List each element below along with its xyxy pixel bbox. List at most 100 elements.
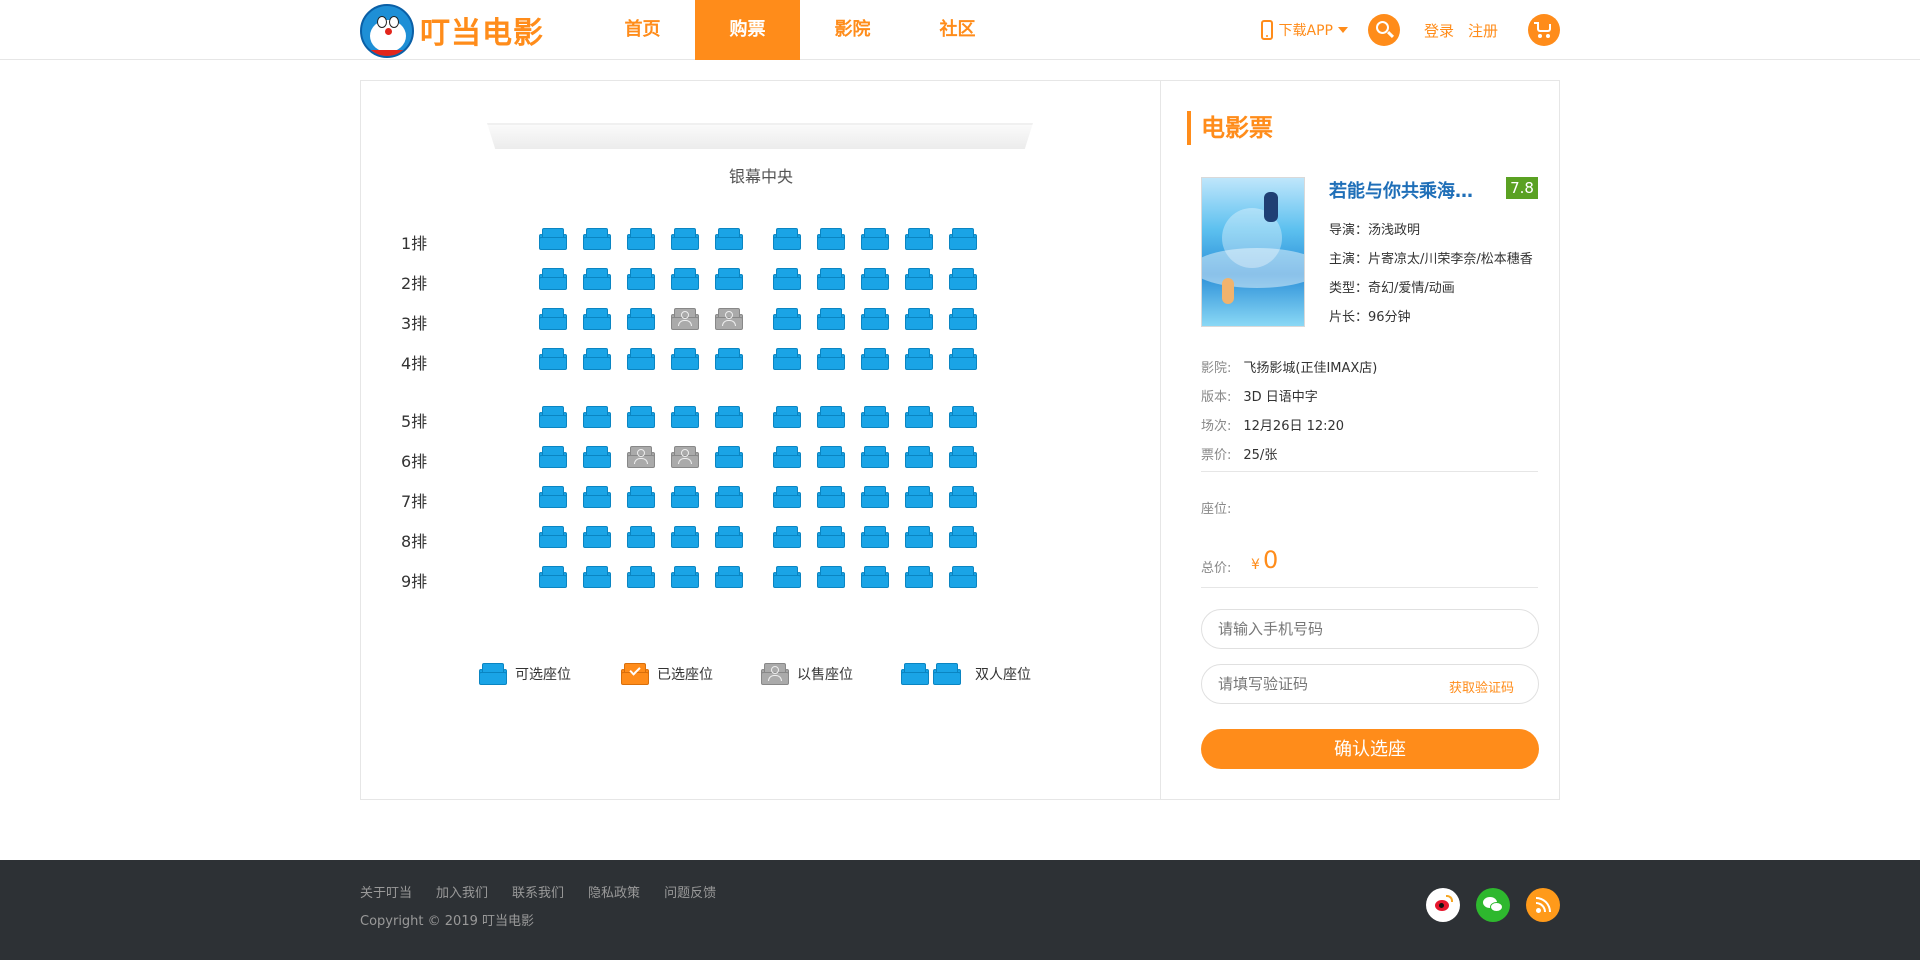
available-seat[interactable] (905, 228, 933, 250)
available-seat[interactable] (773, 268, 801, 290)
nav-item-community[interactable]: 社区 (905, 0, 1010, 60)
available-seat[interactable] (583, 486, 611, 508)
available-seat[interactable] (861, 486, 889, 508)
get-code-button[interactable]: 获取验证码 (1449, 677, 1514, 696)
available-seat[interactable] (861, 308, 889, 330)
available-seat[interactable] (627, 308, 655, 330)
available-seat[interactable] (671, 526, 699, 548)
available-seat[interactable] (773, 228, 801, 250)
available-seat[interactable] (949, 348, 977, 370)
movie-name[interactable]: 若能与你共乘海浪之上 (1329, 177, 1479, 203)
available-seat[interactable] (773, 566, 801, 588)
search-button[interactable] (1367, 14, 1400, 46)
available-seat[interactable] (861, 348, 889, 370)
site-logo[interactable]: 叮当电影 (360, 0, 560, 60)
available-seat[interactable] (861, 566, 889, 588)
available-seat[interactable] (861, 268, 889, 290)
available-seat[interactable] (773, 486, 801, 508)
available-seat[interactable] (539, 348, 567, 370)
download-app-link[interactable]: 下载APP (1260, 20, 1348, 40)
available-seat[interactable] (817, 268, 845, 290)
nav-item-cinema[interactable]: 影院 (800, 0, 905, 60)
available-seat[interactable] (627, 486, 655, 508)
available-seat[interactable] (773, 308, 801, 330)
available-seat[interactable] (715, 406, 743, 428)
available-seat[interactable] (539, 406, 567, 428)
register-link[interactable]: 注册 (1468, 20, 1498, 41)
available-seat[interactable] (905, 446, 933, 468)
available-seat[interactable] (715, 486, 743, 508)
available-seat[interactable] (539, 486, 567, 508)
available-seat[interactable] (539, 446, 567, 468)
available-seat[interactable] (715, 268, 743, 290)
available-seat[interactable] (715, 526, 743, 548)
footer-link-privacy[interactable]: 隐私政策 (588, 882, 640, 901)
available-seat[interactable] (583, 406, 611, 428)
available-seat[interactable] (583, 308, 611, 330)
available-seat[interactable] (817, 566, 845, 588)
available-seat[interactable] (671, 268, 699, 290)
available-seat[interactable] (715, 566, 743, 588)
footer-link-contact[interactable]: 联系我们 (512, 882, 564, 901)
available-seat[interactable] (861, 228, 889, 250)
footer-link-about[interactable]: 关于叮当 (360, 882, 412, 901)
available-seat[interactable] (583, 228, 611, 250)
available-seat[interactable] (905, 268, 933, 290)
available-seat[interactable] (817, 446, 845, 468)
available-seat[interactable] (861, 406, 889, 428)
available-seat[interactable] (817, 526, 845, 548)
available-seat[interactable] (539, 228, 567, 250)
cart-button[interactable] (1528, 14, 1560, 46)
available-seat[interactable] (671, 348, 699, 370)
available-seat[interactable] (583, 268, 611, 290)
available-seat[interactable] (905, 406, 933, 428)
available-seat[interactable] (773, 446, 801, 468)
footer-link-feedback[interactable]: 问题反馈 (664, 882, 716, 901)
weibo-icon[interactable] (1426, 888, 1460, 922)
phone-input[interactable] (1201, 609, 1539, 649)
available-seat[interactable] (539, 308, 567, 330)
available-seat[interactable] (949, 526, 977, 548)
available-seat[interactable] (861, 446, 889, 468)
available-seat[interactable] (949, 228, 977, 250)
rss-icon[interactable] (1526, 888, 1560, 922)
available-seat[interactable] (583, 446, 611, 468)
available-seat[interactable] (715, 446, 743, 468)
available-seat[interactable] (817, 348, 845, 370)
available-seat[interactable] (671, 566, 699, 588)
available-seat[interactable] (905, 348, 933, 370)
available-seat[interactable] (627, 268, 655, 290)
available-seat[interactable] (627, 526, 655, 548)
available-seat[interactable] (715, 348, 743, 370)
available-seat[interactable] (627, 348, 655, 370)
available-seat[interactable] (817, 308, 845, 330)
available-seat[interactable] (539, 566, 567, 588)
available-seat[interactable] (905, 526, 933, 548)
nav-item-buy-ticket[interactable]: 购票 (695, 0, 800, 60)
available-seat[interactable] (817, 406, 845, 428)
available-seat[interactable] (627, 406, 655, 428)
available-seat[interactable] (539, 268, 567, 290)
available-seat[interactable] (627, 228, 655, 250)
login-link[interactable]: 登录 (1424, 20, 1454, 41)
available-seat[interactable] (905, 486, 933, 508)
available-seat[interactable] (817, 486, 845, 508)
available-seat[interactable] (583, 566, 611, 588)
available-seat[interactable] (671, 486, 699, 508)
available-seat[interactable] (949, 446, 977, 468)
available-seat[interactable] (817, 228, 845, 250)
available-seat[interactable] (949, 268, 977, 290)
available-seat[interactable] (949, 406, 977, 428)
available-seat[interactable] (949, 566, 977, 588)
available-seat[interactable] (539, 526, 567, 548)
nav-item-home[interactable]: 首页 (590, 0, 695, 60)
available-seat[interactable] (583, 526, 611, 548)
available-seat[interactable] (671, 228, 699, 250)
available-seat[interactable] (773, 526, 801, 548)
wechat-icon[interactable] (1476, 888, 1510, 922)
available-seat[interactable] (715, 228, 743, 250)
available-seat[interactable] (627, 566, 655, 588)
available-seat[interactable] (905, 566, 933, 588)
available-seat[interactable] (905, 308, 933, 330)
available-seat[interactable] (773, 348, 801, 370)
